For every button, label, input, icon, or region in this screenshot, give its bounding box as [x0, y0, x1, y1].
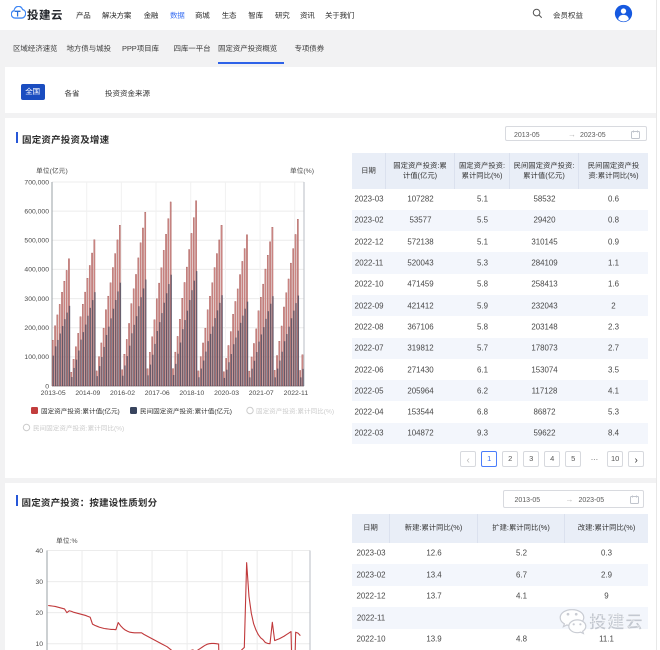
svg-text:单位(亿元): 单位(亿元): [36, 165, 68, 175]
svg-text:固定资产投资:累计同比(%): 固定资产投资:累计同比(%): [256, 406, 334, 416]
svg-text:民间固定资产投资:累计同比(%): 民间固定资产投资:累计同比(%): [33, 423, 124, 433]
svg-text:600,000: 600,000: [24, 208, 49, 215]
svg-text:单位(%): 单位(%): [290, 165, 314, 175]
svg-text:40: 40: [35, 548, 43, 555]
svg-text:2018-10: 2018-10: [179, 390, 204, 397]
svg-text:100,000: 100,000: [24, 354, 49, 361]
svg-text:2013-05: 2013-05: [41, 390, 66, 397]
svg-text:2020-03: 2020-03: [214, 390, 239, 397]
svg-text:2014-09: 2014-09: [75, 390, 100, 397]
svg-text:2021-07: 2021-07: [249, 390, 274, 397]
svg-text:500,000: 500,000: [24, 238, 49, 245]
svg-text:2016-02: 2016-02: [110, 390, 135, 397]
svg-text:30: 30: [35, 579, 43, 586]
svg-text:单位:%: 单位:%: [56, 535, 78, 545]
svg-text:10: 10: [35, 641, 43, 648]
svg-text:民间固定资产投资:累计值(亿元): 民间固定资产投资:累计值(亿元): [140, 406, 232, 416]
svg-text:300,000: 300,000: [24, 296, 49, 303]
svg-text:400,000: 400,000: [24, 267, 49, 274]
svg-text:200,000: 200,000: [24, 325, 49, 332]
svg-text:700,000: 700,000: [24, 179, 49, 186]
svg-text:2022-11: 2022-11: [284, 390, 309, 397]
svg-text:20: 20: [35, 610, 43, 617]
svg-text:固定资产投资:累计值(亿元): 固定资产投资:累计值(亿元): [41, 406, 120, 416]
svg-text:2017-06: 2017-06: [145, 390, 170, 397]
svg-text:投建云: 投建云: [589, 609, 643, 634]
